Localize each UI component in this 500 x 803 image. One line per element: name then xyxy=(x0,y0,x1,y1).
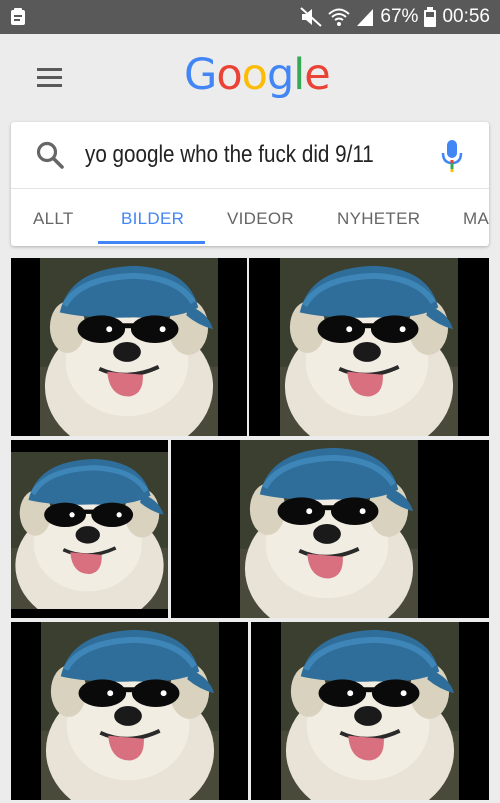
notification-icon xyxy=(10,8,26,26)
status-bar: 67% 00:56 xyxy=(0,0,500,34)
dog-image xyxy=(40,258,218,436)
logo-letter: g xyxy=(266,50,294,100)
image-result-4[interactable] xyxy=(171,440,489,618)
dog-image xyxy=(240,440,418,618)
dog-image xyxy=(11,452,168,618)
dog-image xyxy=(281,622,459,800)
logo-letter: e xyxy=(304,50,330,100)
tab-videor[interactable]: VIDEOR xyxy=(227,209,294,229)
signal-icon xyxy=(356,7,374,27)
dog-image xyxy=(280,258,458,436)
logo-letter: G xyxy=(184,50,217,100)
hamburger-menu-icon[interactable] xyxy=(37,68,62,92)
search-icon[interactable] xyxy=(35,140,65,175)
status-time: 00:56 xyxy=(442,6,490,27)
search-bar[interactable]: yo google who the fuck did 9/11 xyxy=(11,122,489,188)
tab-more[interactable]: MA xyxy=(463,209,489,229)
tab-nyheter[interactable]: NYHETER xyxy=(337,209,420,229)
mute-icon xyxy=(300,7,323,27)
image-result-3[interactable] xyxy=(11,440,168,618)
search-query[interactable]: yo google who the fuck did 9/11 xyxy=(85,141,374,169)
logo-letter: o xyxy=(241,50,268,100)
logo-letter: l xyxy=(293,50,305,100)
search-card: yo google who the fuck did 9/11 ALLT BIL… xyxy=(11,122,489,246)
microphone-icon[interactable] xyxy=(441,139,463,178)
wifi-icon xyxy=(328,7,351,27)
app-header: Google xyxy=(0,34,500,122)
dog-image xyxy=(41,622,219,800)
battery-icon xyxy=(424,7,437,27)
tab-allt[interactable]: ALLT xyxy=(33,209,74,229)
battery-percent: 67% xyxy=(380,6,419,27)
image-result-6[interactable] xyxy=(251,622,489,800)
tab-bilder[interactable]: BILDER xyxy=(121,209,184,229)
image-result-5[interactable] xyxy=(11,622,248,800)
tab-bar: ALLT BILDER VIDEOR NYHETER MA xyxy=(11,189,489,246)
google-logo: Google xyxy=(184,50,331,100)
image-result-2[interactable] xyxy=(249,258,489,436)
image-result-1[interactable] xyxy=(11,258,247,436)
logo-letter: o xyxy=(216,50,242,100)
active-tab-indicator xyxy=(98,241,205,244)
